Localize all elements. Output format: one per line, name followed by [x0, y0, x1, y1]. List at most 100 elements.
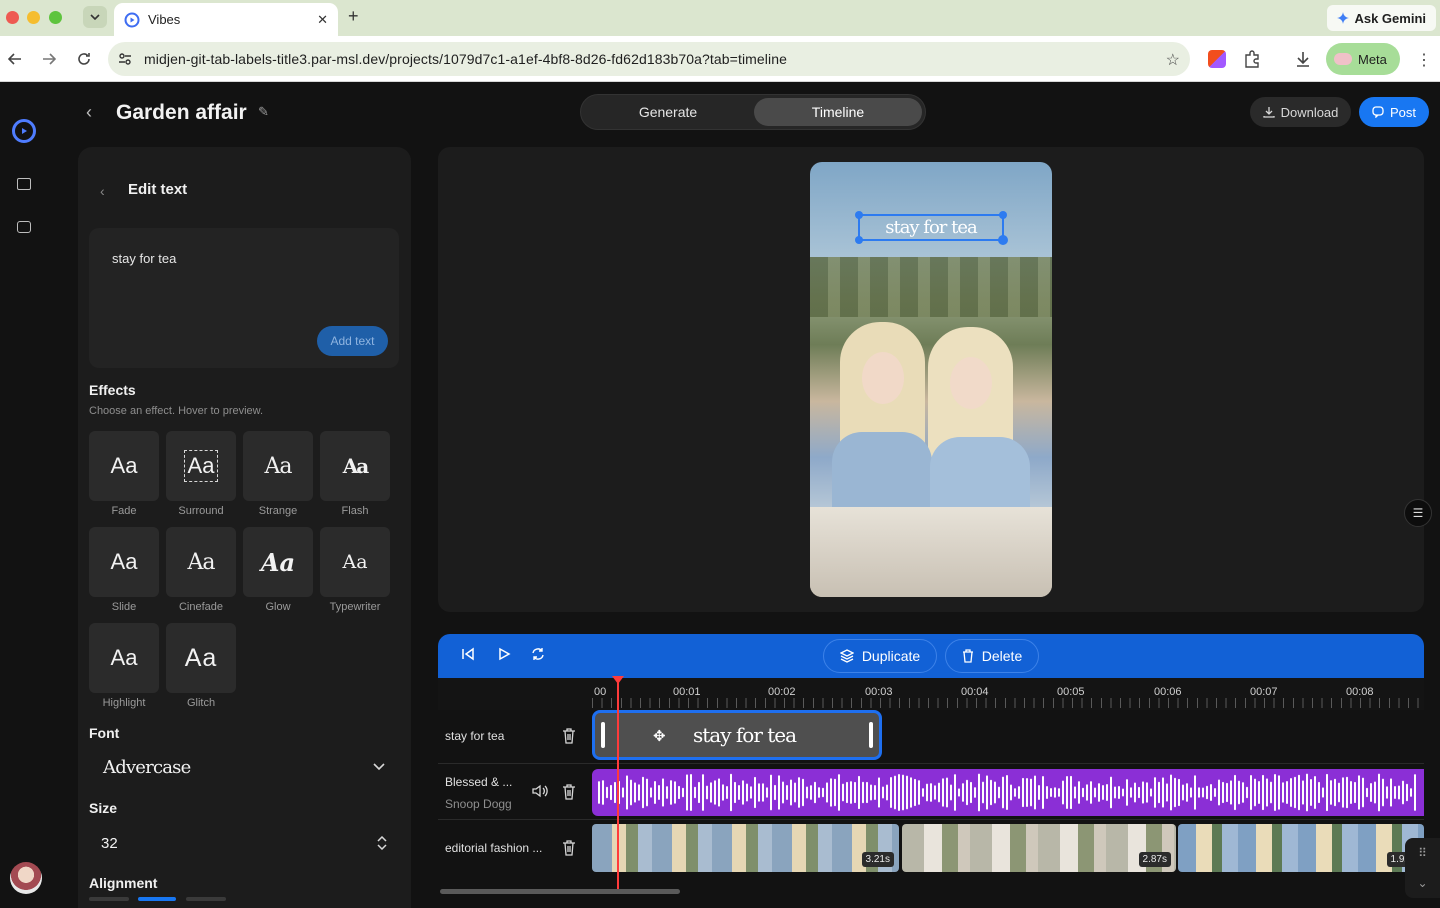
close-window-button[interactable]: [6, 11, 19, 24]
grid-dots-icon[interactable]: ⠿: [1418, 846, 1427, 860]
trash-icon[interactable]: [562, 840, 576, 856]
effect-slide[interactable]: Aa Slide: [89, 527, 159, 613]
waveform-bar: [1222, 781, 1224, 804]
clip-trim-start-handle[interactable]: [601, 722, 605, 748]
waveform-bar: [1214, 788, 1216, 797]
tab-search-button[interactable]: [83, 6, 107, 28]
duplicate-button[interactable]: Duplicate: [823, 639, 937, 673]
play-icon[interactable]: [497, 647, 511, 661]
edit-title-pencil-icon[interactable]: ✎: [258, 104, 269, 120]
timeline-ruler[interactable]: 00 00:01 00:02 00:03 00:04 00:05 00:06 0…: [438, 678, 1424, 710]
site-info-icon[interactable]: [118, 52, 132, 66]
minimize-window-button[interactable]: [27, 11, 40, 24]
effects-subtitle: Choose an effect. Hover to preview.: [89, 405, 264, 417]
video-clip[interactable]: 2.87s: [902, 824, 1176, 872]
delete-button[interactable]: Delete: [945, 639, 1039, 673]
settings-sliders-icon[interactable]: ☰: [1404, 499, 1432, 527]
add-text-button[interactable]: Add text: [317, 326, 388, 356]
tab-close-button[interactable]: ✕: [317, 12, 328, 28]
effect-glow[interactable]: Aa Glow: [243, 527, 313, 613]
bookmark-star-icon[interactable]: ☆: [1166, 50, 1180, 70]
loop-icon[interactable]: [531, 647, 545, 661]
effect-highlight[interactable]: Aa Highlight: [89, 623, 159, 709]
skip-to-start-icon[interactable]: [461, 647, 475, 661]
effect-typewriter[interactable]: Aa Typewriter: [320, 527, 390, 613]
waveform-bar: [974, 787, 976, 798]
tab-generate[interactable]: Generate: [584, 98, 752, 126]
user-avatar[interactable]: [10, 862, 42, 894]
video-preview-frame[interactable]: stay for tea: [810, 162, 1052, 597]
text-overlay[interactable]: stay for tea: [885, 217, 978, 238]
effect-fade[interactable]: Aa Fade: [89, 431, 159, 517]
clip-trim-end-handle[interactable]: [869, 722, 873, 748]
effect-label: Cinefade: [178, 601, 224, 613]
text-overlay-selection[interactable]: stay for tea: [855, 211, 1008, 245]
waveform-bar: [922, 788, 924, 797]
forward-button[interactable]: [38, 48, 60, 70]
timeline-scrollbar[interactable]: [440, 889, 680, 894]
size-select[interactable]: 32: [89, 825, 399, 861]
waveform-bar: [622, 787, 624, 798]
video-clip[interactable]: 1.92s: [1178, 824, 1424, 872]
resize-handle[interactable]: [855, 236, 863, 244]
extensions-icon[interactable]: [1243, 50, 1261, 68]
downloads-icon[interactable]: [1294, 50, 1312, 68]
address-bar[interactable]: midjen-git-tab-labels-title3.par-msl.dev…: [108, 42, 1190, 76]
waveform-bar: [638, 784, 640, 801]
move-icon[interactable]: ✥: [653, 727, 666, 745]
waveform-bar: [970, 781, 972, 804]
waveform-bar: [1366, 787, 1368, 798]
panel-back-icon[interactable]: ‹: [100, 183, 105, 199]
effect-strange[interactable]: Aa Strange: [243, 431, 313, 517]
back-to-projects-icon[interactable]: ‹: [86, 102, 92, 123]
tab-timeline[interactable]: Timeline: [754, 98, 922, 126]
trash-icon[interactable]: [562, 784, 576, 800]
volume-icon[interactable]: [532, 784, 548, 798]
new-tab-button[interactable]: +: [348, 6, 359, 27]
waveform-bar: [1262, 774, 1264, 811]
resize-handle[interactable]: [855, 211, 863, 219]
waveform-bar: [1350, 780, 1352, 805]
effect-cinefade[interactable]: Aa Cinefade: [166, 527, 236, 613]
resize-handle[interactable]: [999, 211, 1007, 219]
profile-chip[interactable]: Meta: [1326, 43, 1400, 75]
delete-label: Delete: [981, 648, 1023, 664]
waveform-bar: [666, 786, 668, 799]
effect-flash[interactable]: Aa Flash: [320, 431, 390, 517]
waveform-bar: [998, 786, 1000, 799]
download-button[interactable]: Download: [1250, 97, 1351, 127]
waveform-bar: [1038, 785, 1040, 800]
waveform-bar: [1014, 788, 1016, 797]
video-clip[interactable]: 3.21s: [592, 824, 899, 872]
effect-glitch[interactable]: Aa Glitch: [166, 623, 236, 709]
align-left-button[interactable]: [89, 897, 129, 901]
text-clip[interactable]: ✥ stay for tea: [592, 710, 882, 760]
waveform-bar: [1094, 787, 1096, 798]
waveform-bar: [1394, 785, 1396, 800]
ask-gemini-button[interactable]: Ask Gemini: [1327, 5, 1436, 31]
vibes-home-icon[interactable]: [12, 119, 36, 143]
post-button[interactable]: Post: [1359, 97, 1429, 127]
resize-handle[interactable]: [998, 235, 1008, 245]
font-select[interactable]: Advercase: [89, 749, 399, 785]
media-library-icon[interactable]: [17, 221, 31, 233]
align-right-button[interactable]: [186, 897, 226, 901]
maximize-window-button[interactable]: [49, 11, 62, 24]
text-input-area[interactable]: stay for tea Add text: [89, 228, 399, 368]
browser-tab[interactable]: Vibes ✕: [114, 3, 338, 36]
back-button[interactable]: [4, 48, 26, 70]
arrow-right-icon: [43, 53, 56, 65]
trash-icon[interactable]: [562, 728, 576, 744]
chevron-down-icon[interactable]: ⌄: [1417, 876, 1427, 890]
figma-extension-icon[interactable]: [1208, 50, 1226, 68]
projects-folder-icon[interactable]: [17, 178, 31, 190]
playhead[interactable]: [617, 678, 619, 894]
text-input-value[interactable]: stay for tea: [112, 251, 176, 266]
audio-clip[interactable]: [592, 769, 1424, 816]
effect-surround[interactable]: Aa Surround: [166, 431, 236, 517]
effect-preview: Aa: [166, 623, 236, 693]
reload-button[interactable]: [73, 48, 95, 70]
align-center-button[interactable]: [138, 897, 176, 901]
post-icon: [1372, 106, 1384, 118]
browser-menu-icon[interactable]: ⋮: [1416, 50, 1432, 70]
